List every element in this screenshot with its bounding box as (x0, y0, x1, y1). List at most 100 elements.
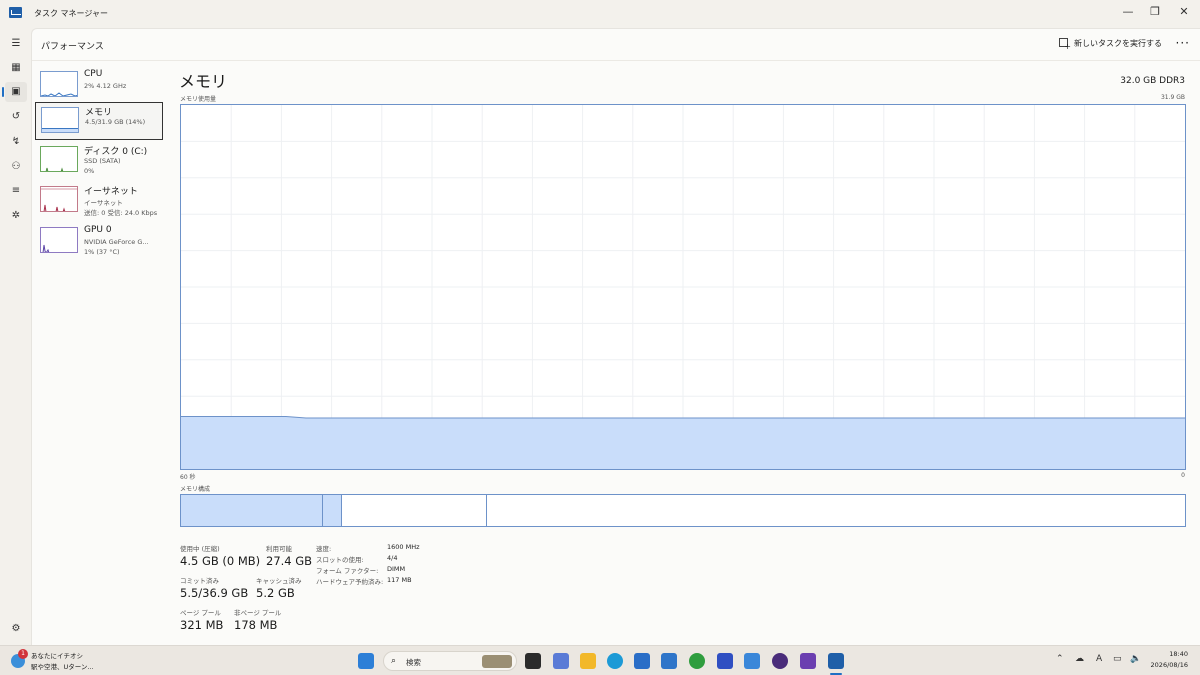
device-detail: SSD (SATA) (84, 157, 121, 165)
taskbar: 1 あなたにイチオシ 駅や空港、Uターン... ⌕ 検索 ⌃ ☁ A ▭ 🔈 1… (0, 645, 1200, 675)
device-name: イーサネット (84, 187, 138, 197)
memory-composition-label: メモリ構成 (180, 486, 211, 493)
navigation-pane: ☰ ▦ ▣ ↺ ↯ ⚇ ≡ ✲ ⚙ (0, 28, 31, 645)
form-factor-value: DIMM (387, 565, 406, 573)
run-task-icon (1059, 38, 1071, 51)
widget-headline[interactable]: あなたにイチオシ (31, 650, 83, 660)
memory-total-capacity: 32.0 GB DDR3 (1120, 76, 1185, 86)
network-icon[interactable]: ▭ (1113, 654, 1122, 664)
restore-button[interactable]: ❐ (1143, 2, 1167, 22)
page-header: パフォーマンス 新しいタスクを実行する ··· (32, 29, 1200, 61)
device-name: GPU 0 (84, 225, 112, 235)
available-value: 27.4 GB (266, 554, 313, 568)
ethernet-sparkline (41, 188, 77, 211)
memory-usage-chart (180, 104, 1186, 470)
search-icon: ⌕ (391, 656, 397, 666)
composition-standby (342, 495, 487, 526)
ethernet-thumbnail-graph (40, 186, 78, 212)
task-view-icon[interactable] (525, 653, 541, 669)
photos-app-icon[interactable] (744, 653, 760, 669)
services-icon[interactable]: ✲ (5, 206, 27, 226)
performance-icon[interactable]: ▣ (2, 82, 27, 102)
device-gpu[interactable]: GPU 0 NVIDIA GeForce G... 1% (37 °C) (35, 223, 163, 261)
settings-gear-icon[interactable]: ⚙ (5, 619, 27, 639)
speed-value: 1600 MHz (387, 543, 420, 551)
form-factor-label: フォーム ファクター: (316, 567, 379, 575)
notification-badge: 1 (18, 649, 28, 659)
device-detail: 4.5/31.9 GB (14%) (85, 118, 146, 126)
composition-in-use (181, 495, 323, 526)
tray-overflow-chevron-icon[interactable]: ⌃ (1056, 654, 1064, 664)
window-title: タスク マネージャー (34, 9, 108, 18)
memory-thumbnail-fill (42, 128, 78, 132)
device-disk[interactable]: ディスク 0 (C:) SSD (SATA) 0% (35, 142, 163, 180)
memory-usage-area (181, 416, 1185, 469)
cpu-sparkline (41, 92, 77, 96)
speed-label: 速度: (316, 545, 332, 553)
app-history-icon[interactable]: ↺ (5, 107, 27, 127)
outlook-icon[interactable] (661, 653, 677, 669)
start-windows-icon[interactable] (358, 653, 374, 669)
taskbar-clock-time[interactable]: 18:40 (1169, 650, 1188, 658)
widgets-app-icon[interactable] (553, 653, 569, 669)
users-icon[interactable]: ⚇ (5, 157, 27, 177)
more-options-button[interactable]: ··· (1176, 36, 1190, 50)
page-title: パフォーマンス (41, 42, 104, 52)
taskbar-clock-date[interactable]: 2026/08/16 (1151, 661, 1188, 669)
details-icon[interactable]: ≡ (5, 181, 27, 201)
memory-composition-bar (180, 494, 1186, 527)
device-memory[interactable]: メモリ 4.5/31.9 GB (14%) (35, 102, 163, 140)
composition-free (487, 495, 1185, 526)
available-label: 利用可能 (266, 545, 292, 553)
paged-pool-value: 321 MB (180, 618, 224, 632)
cpu-thumbnail-graph (40, 71, 78, 97)
device-detail: 1% (37 °C) (84, 248, 120, 256)
paged-pool-label: ページ プール (180, 609, 221, 617)
microsoft-store-icon[interactable] (634, 653, 650, 669)
device-cpu[interactable]: CPU 2% 4.12 GHz (35, 67, 163, 105)
cached-label: キャッシュ済み (256, 577, 302, 585)
run-new-task-label: 新しいタスクを実行する (1074, 39, 1162, 48)
xbox-icon[interactable] (689, 653, 705, 669)
chart-axis-end: 0 (1181, 472, 1185, 479)
memory-usage-graph (181, 105, 1185, 469)
disk-sparkline (45, 167, 64, 171)
composition-modified (323, 495, 342, 526)
device-ethernet[interactable]: イーサネット イーサネット 送信: 0 受信: 24.0 Kbps (35, 182, 163, 220)
close-button[interactable]: ✕ (1172, 2, 1196, 22)
media-player-icon[interactable] (772, 653, 788, 669)
slots-value: 4/4 (387, 554, 398, 562)
startup-apps-icon[interactable]: ↯ (5, 132, 27, 152)
main-panel: パフォーマンス 新しいタスクを実行する ··· CPU 2% 4.12 GHz … (31, 28, 1200, 645)
hardware-reserved-value: 117 MB (387, 576, 412, 584)
onedrive-sync-icon[interactable]: ☁ (1075, 654, 1084, 664)
minimize-button[interactable]: — (1116, 2, 1140, 22)
disk-thumbnail-graph (40, 146, 78, 172)
device-name: ディスク 0 (C:) (84, 147, 148, 157)
app-launcher-icon[interactable] (800, 653, 816, 669)
committed-value: 5.5/36.9 GB (180, 586, 249, 600)
search-placeholder: 検索 (406, 658, 421, 667)
edge-browser-icon[interactable] (607, 653, 623, 669)
hamburger-menu-icon[interactable]: ☰ (5, 34, 27, 54)
processes-icon[interactable]: ▦ (5, 58, 27, 78)
volume-icon[interactable]: 🔈 (1130, 654, 1141, 664)
device-name: メモリ (85, 108, 113, 118)
remote-desktop-icon[interactable] (717, 653, 733, 669)
in-use-label: 使用中 (圧縮) (180, 545, 220, 553)
chart-axis-start: 60 秒 (180, 474, 196, 481)
memory-thumbnail-graph (41, 107, 79, 133)
widget-subline[interactable]: 駅や空港、Uターン... (31, 661, 94, 671)
device-detail: 2% 4.12 GHz (84, 82, 127, 90)
memory-usage-label: メモリ使用量 (180, 96, 217, 103)
run-new-task-button[interactable]: 新しいタスクを実行する (1059, 38, 1162, 51)
device-name: CPU (84, 69, 103, 79)
nonpaged-pool-value: 178 MB (234, 618, 278, 632)
title-bar: タスク マネージャー — ❐ ✕ (0, 0, 1200, 28)
committed-label: コミット済み (180, 577, 219, 585)
task-manager-taskbar-icon[interactable] (828, 653, 844, 669)
taskbar-search-box[interactable]: ⌕ 検索 (383, 651, 517, 671)
memory-heading: メモリ (179, 72, 228, 91)
file-explorer-icon[interactable] (580, 653, 596, 669)
ime-indicator[interactable]: A (1096, 654, 1102, 664)
